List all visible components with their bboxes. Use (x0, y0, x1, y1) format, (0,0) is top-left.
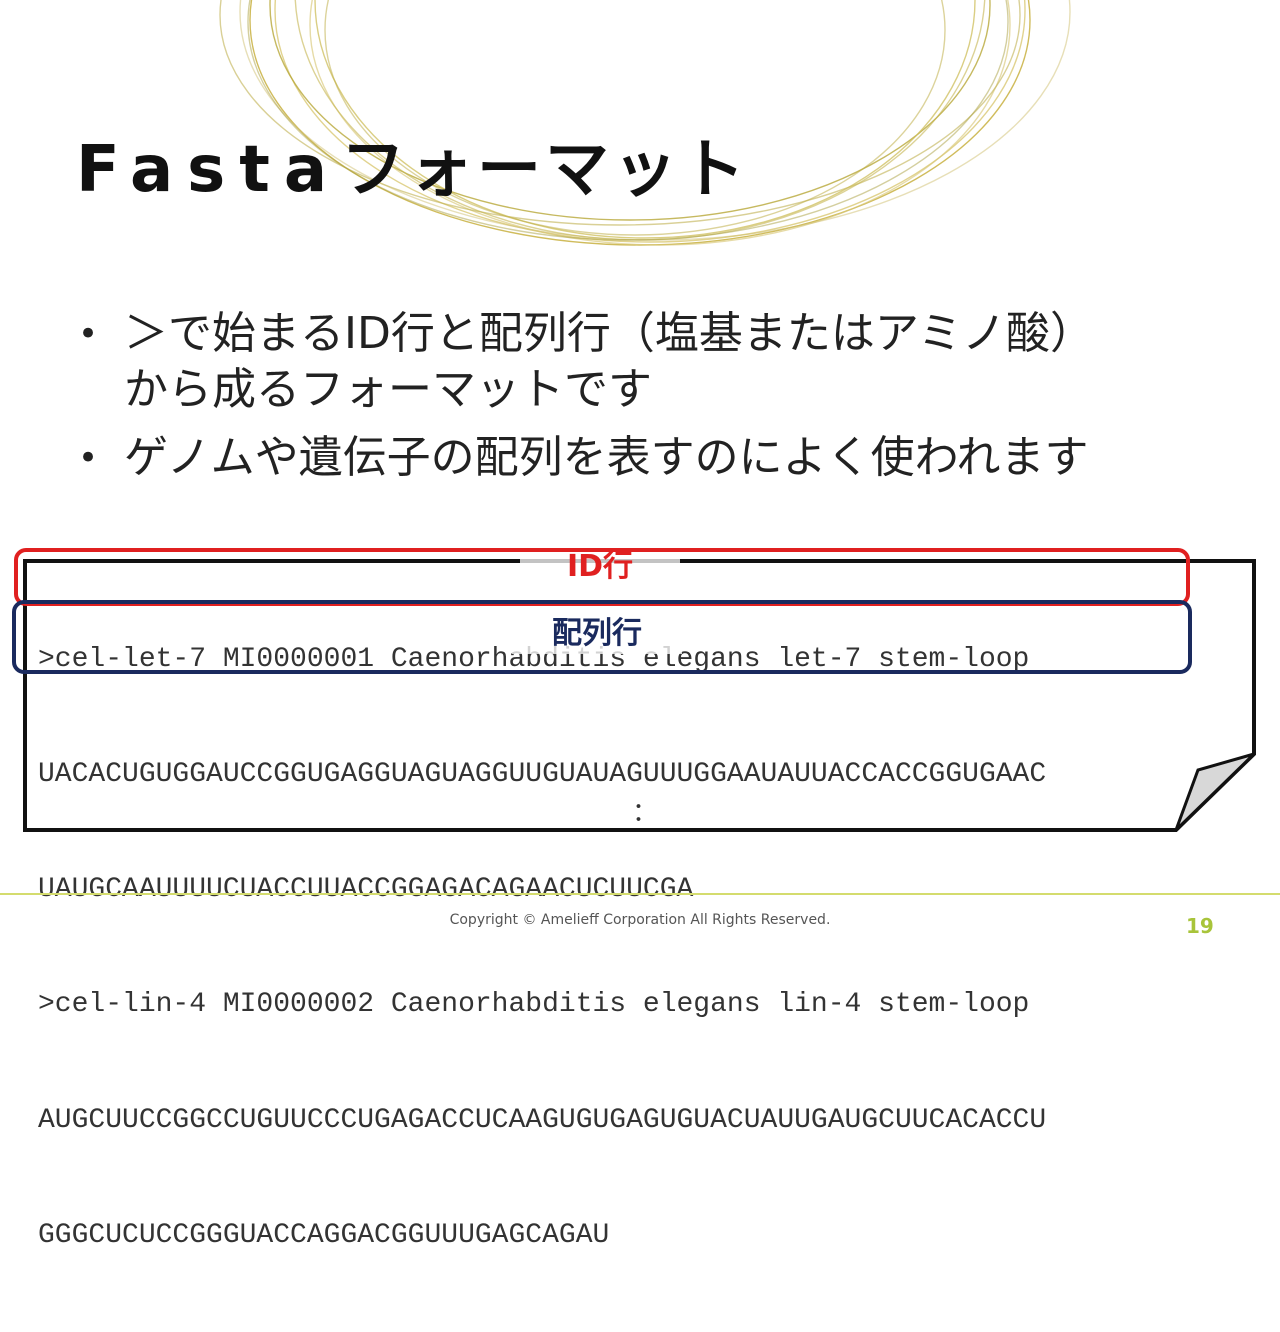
bullet-dot-icon: • (78, 314, 99, 354)
id-line-label: ID行 (520, 552, 680, 582)
bullet-text-line: から成るフォーマットです (124, 364, 652, 415)
sequence-line-label: 配列行 (512, 614, 682, 654)
fasta-code-block: >cel-let-7 MI0000001 Caenorhabditis eleg… (38, 564, 1238, 1332)
footer-divider (0, 893, 1280, 895)
copyright-text: Copyright © Amelieff Corporation All Rig… (449, 912, 831, 928)
fasta-id-line: >cel-lin-4 MI0000002 Caenorhabditis eleg… (38, 989, 1030, 1021)
fasta-sequence-line: GGGCUCUCCGGGUACCAGGACGGUUUGAGCAGAU (38, 1219, 610, 1251)
bullet-item: • ＞で始まるID行と配列行（塩基またはアミノ酸） から成るフォーマットです (76, 306, 1246, 418)
slide-title: Fastaフォーマット (76, 118, 749, 210)
title-latin: Fasta (76, 133, 342, 207)
fasta-sequence-line: AUGCUUCCGGCCUGUUCCCUGAGACCUCAAGUGUGAGUGU… (38, 1104, 1047, 1136)
page-number: 19 (1186, 914, 1214, 938)
title-kana: フォーマット (341, 133, 750, 207)
bullet-dot-icon: • (78, 438, 99, 478)
bullet-text-line: ゲノムや遺伝子の配列を表すのによく使われます (124, 432, 1089, 483)
bullet-list: • ＞で始まるID行と配列行（塩基またはアミノ酸） から成るフォーマットです •… (76, 306, 1246, 498)
continuation-ellipsis: ： (632, 799, 659, 829)
bullet-item: • ゲノムや遺伝子の配列を表すのによく使われます (76, 430, 1246, 486)
bullet-text-line: ＞で始まるID行と配列行（塩基またはアミノ酸） (124, 308, 1094, 359)
fasta-sequence-line: UACACUGUGGAUCCGGUGAGGUAGUAGGUUGUAUAGUUUG… (38, 759, 1047, 791)
fasta-sequence-line: UAUGCAAUUUUCUACCUUACCGGAGACAGAACUCUUCGA (38, 874, 694, 906)
